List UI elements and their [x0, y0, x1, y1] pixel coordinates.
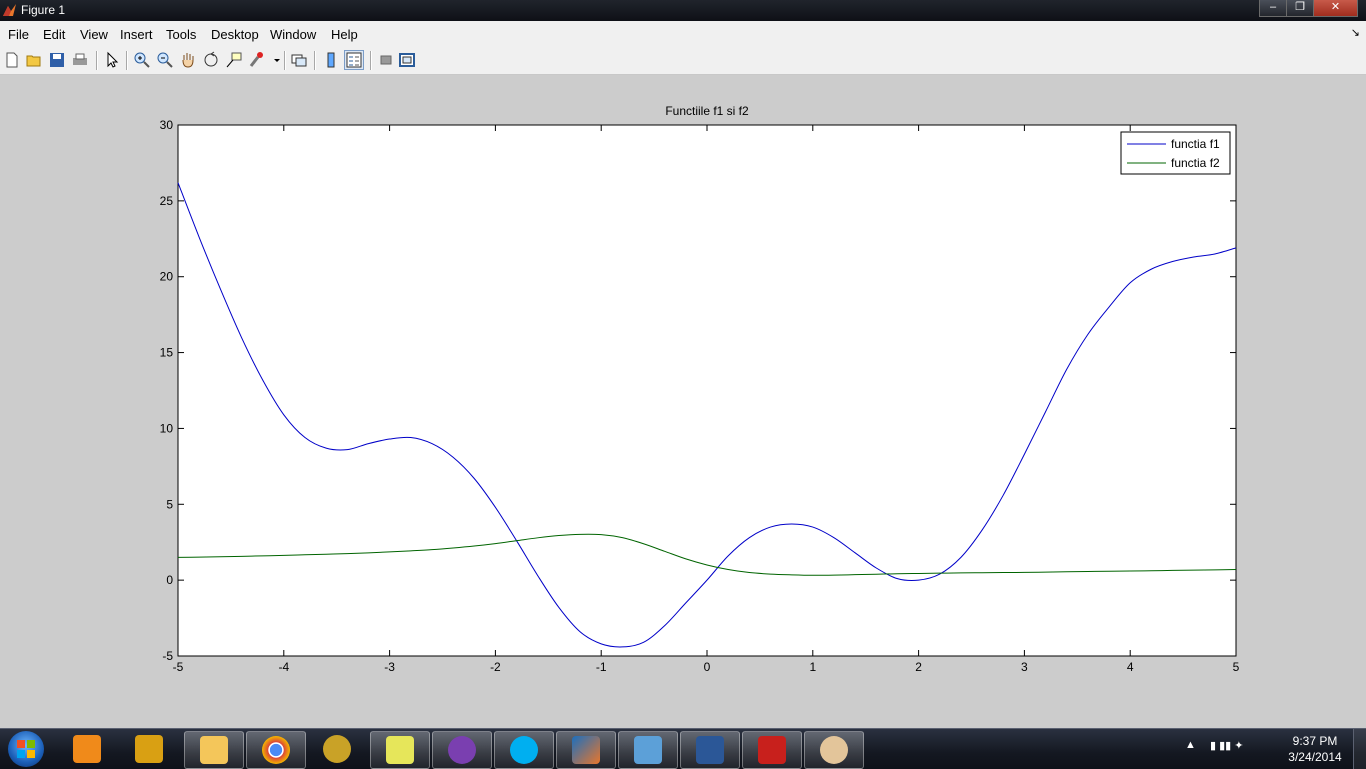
- x-tick-label: 0: [704, 660, 711, 674]
- toolbar-separator: [126, 51, 128, 70]
- figure-canvas: Functiile f1 si f2 -5 -4 -3 -2 -1 0 1 2 3 4 5 -5 0 5 1…: [0, 75, 1366, 727]
- matlab-app-icon: [3, 4, 16, 16]
- maximize-button[interactable]: ❐: [1286, 0, 1314, 17]
- insert-colorbar-icon[interactable]: [322, 51, 340, 69]
- x-tick-label: -1: [596, 660, 607, 674]
- new-figure-icon[interactable]: [3, 51, 21, 69]
- y-tick-label: 30: [160, 118, 174, 132]
- winamp-icon[interactable]: [120, 731, 178, 767]
- data-cursor-icon[interactable]: [225, 51, 243, 69]
- hide-plot-tools-icon[interactable]: [377, 51, 395, 69]
- insert-legend-icon[interactable]: [344, 50, 364, 70]
- save-icon[interactable]: [48, 51, 66, 69]
- toolbar-separator: [284, 51, 286, 70]
- bittorrent-icon[interactable]: [432, 731, 492, 769]
- close-button[interactable]: ✕: [1313, 0, 1358, 17]
- link-plot-icon[interactable]: [290, 51, 308, 69]
- edit-plot-arrow-icon[interactable]: [103, 51, 121, 69]
- chrome-icon[interactable]: [246, 731, 306, 769]
- menu-file[interactable]: File: [8, 27, 29, 42]
- media-center-icon[interactable]: [308, 731, 366, 767]
- menu-help[interactable]: Help: [331, 27, 358, 42]
- y-tick-label: 25: [160, 194, 174, 208]
- menu-view[interactable]: View: [80, 27, 108, 42]
- menu-edit[interactable]: Edit: [43, 27, 65, 42]
- brush-icon[interactable]: [248, 51, 266, 69]
- show-hidden-icons-icon[interactable]: ▲: [1185, 739, 1196, 751]
- brush-dropdown-icon[interactable]: [268, 51, 280, 69]
- toolbar-separator: [96, 51, 98, 70]
- show-plot-tools-icon[interactable]: [398, 51, 416, 69]
- y-tick-label: -5: [162, 649, 173, 663]
- y-tick-label: 10: [160, 421, 174, 435]
- word-icon[interactable]: [680, 731, 740, 769]
- tray-network-icon[interactable]: ▮ ▮▮ ✦: [1210, 739, 1244, 752]
- windows-logo-icon: [17, 740, 35, 758]
- dock-arrow-icon[interactable]: ↘: [1351, 26, 1360, 39]
- x-tick-label: -2: [490, 660, 501, 674]
- x-tick-label: -5: [173, 660, 184, 674]
- matlab-icon[interactable]: [556, 731, 616, 769]
- toolbar-separator: [314, 51, 316, 70]
- pan-hand-icon[interactable]: [179, 51, 197, 69]
- start-button[interactable]: [8, 731, 44, 767]
- chart-title: Functiile f1 si f2: [665, 104, 749, 118]
- y-tick-label: 15: [160, 346, 174, 360]
- x-tick-label: 2: [915, 660, 922, 674]
- menu-desktop[interactable]: Desktop: [211, 27, 259, 42]
- paint-icon[interactable]: [804, 731, 864, 769]
- sticky-notes-icon[interactable]: [370, 731, 430, 769]
- figure-toolbar: [0, 47, 1366, 75]
- legend-label-f2: functia f2: [1171, 156, 1220, 170]
- y-tick-label: 5: [166, 497, 173, 511]
- photo-viewer-icon[interactable]: [618, 731, 678, 769]
- clock[interactable]: 9:37 PM 3/24/2014: [1280, 733, 1350, 765]
- open-file-icon[interactable]: [25, 51, 43, 69]
- clock-time: 9:37 PM: [1292, 734, 1338, 748]
- x-tick-label: 1: [809, 660, 816, 674]
- zoom-in-icon[interactable]: [133, 51, 151, 69]
- x-tick-label: 5: [1233, 660, 1240, 674]
- legend[interactable]: functia f1 functia f2: [1120, 131, 1231, 175]
- skype-icon[interactable]: [494, 731, 554, 769]
- x-tick-label: 3: [1021, 660, 1028, 674]
- axes-box: [177, 124, 1237, 657]
- print-icon[interactable]: [71, 51, 89, 69]
- acrobat-icon[interactable]: [742, 731, 802, 769]
- window-title: Figure 1: [21, 3, 66, 17]
- menu-window[interactable]: Window: [270, 27, 316, 42]
- minimize-button[interactable]: –: [1259, 0, 1287, 17]
- menu-bar: File Edit View Insert Tools Desktop Wind…: [0, 21, 1366, 48]
- toolbar-separator: [370, 51, 372, 70]
- taskbar: ▲ ▮ ▮▮ ✦ 9:37 PM 3/24/2014: [0, 728, 1366, 769]
- legend-label-f1: functia f1: [1171, 137, 1220, 151]
- menu-insert[interactable]: Insert: [120, 27, 153, 42]
- clock-date: 3/24/2014: [1288, 750, 1342, 764]
- y-tick-label: 20: [160, 270, 174, 284]
- window-titlebar: Figure 1 – ❐ ✕: [0, 0, 1366, 21]
- menu-tools[interactable]: Tools: [166, 27, 196, 42]
- x-tick-label: 4: [1127, 660, 1134, 674]
- media-player-icon[interactable]: [58, 731, 116, 767]
- x-tick-label: -4: [278, 660, 289, 674]
- x-tick-label: -3: [384, 660, 395, 674]
- rotate-3d-icon[interactable]: [202, 51, 220, 69]
- show-desktop-button[interactable]: [1353, 729, 1366, 769]
- y-tick-label: 0: [166, 573, 173, 587]
- line-chart[interactable]: Functiile f1 si f2 -5 -4 -3 -2 -1 0 1 2 3 4 5 -5 0 5 1…: [0, 75, 1366, 727]
- file-explorer-icon[interactable]: [184, 731, 244, 769]
- zoom-out-icon[interactable]: [156, 51, 174, 69]
